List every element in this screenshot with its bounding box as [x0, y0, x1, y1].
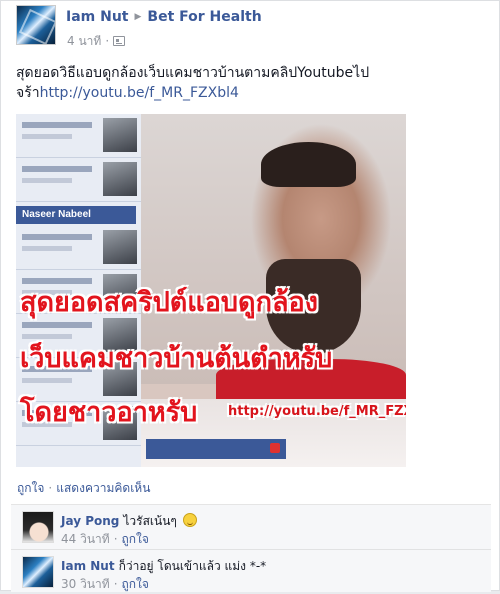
comment-item: Iam Nut ก็ว่าอยู่ โดนเข้าแล้ว แม่ง *-* 30…: [11, 549, 491, 593]
post-actions: ถูกใจ · แสดงความคิดเห็น: [17, 479, 150, 498]
overlay-line-1: สุดยอดสคริปต์แอบดูกล้อง: [20, 287, 318, 318]
comment-author-link[interactable]: Iam Nut: [61, 559, 115, 573]
post-header: Iam Nut ▶ Bet For Health 4 นาที ·: [16, 5, 486, 48]
overlay-url: http://youtu.be/f_MR_FZXbI4: [228, 404, 406, 419]
post-timestamp[interactable]: 4 นาที: [67, 34, 101, 48]
post-message: สุดยอดวิธีแอบดูกล้องเว็บแคมชาวบ้านตามคลิ…: [16, 63, 491, 103]
post-meta: 4 นาที ·: [67, 32, 126, 51]
overlay-line-3: โดยชาวอาหรับ: [20, 397, 198, 428]
meta-separator: ·: [105, 34, 110, 48]
commenter-avatar[interactable]: [22, 556, 54, 588]
meta-separator: ·: [113, 532, 118, 546]
comment-text: ก็ว่าอยู่ โดนเข้าแล้ว แม่ง *-*: [118, 559, 267, 573]
comment-author-link[interactable]: Jay Pong: [61, 514, 119, 528]
post-photo[interactable]: Naseer Nabeel สุดยอดสคริปต์แอบดูกล้อง เว…: [16, 114, 406, 467]
comments-section: Jay Pong ไวรัสเน้นๆ 44 วินาที · ถูกใจ Iam N…: [11, 504, 491, 592]
comment-button[interactable]: แสดงความคิดเห็น: [56, 481, 150, 495]
action-separator: ·: [48, 481, 53, 495]
photo-overlay-text: สุดยอดสคริปต์แอบดูกล้อง เว็บแคมชาวบ้านต้…: [16, 114, 406, 467]
post-message-link[interactable]: http://youtu.be/f_MR_FZXbl4: [40, 85, 239, 101]
comment-timestamp[interactable]: 30 วินาที: [61, 577, 110, 591]
author-avatar[interactable]: [16, 5, 56, 45]
meta-separator: ·: [113, 577, 118, 591]
comment-like-button[interactable]: ถูกใจ: [122, 577, 149, 591]
arrow-right-icon: ▶: [134, 12, 142, 22]
comment-text: ไวรัสเน้นๆ: [123, 514, 177, 528]
comment-item: Jay Pong ไวรัสเน้นๆ 44 วินาที · ถูกใจ: [11, 505, 491, 549]
post-author-line: Iam Nut ▶ Bet For Health: [66, 9, 262, 25]
smile-emoji-icon: [182, 513, 197, 527]
comment-timestamp[interactable]: 44 วินาที: [61, 532, 110, 546]
overlay-line-2: เว็บแคมชาวบ้านต้นตำหรับ: [20, 343, 333, 374]
comment-like-button[interactable]: ถูกใจ: [122, 532, 149, 546]
comment-body: Jay Pong ไวรัสเน้นๆ: [61, 512, 481, 531]
like-button[interactable]: ถูกใจ: [17, 481, 44, 495]
comment-body: Iam Nut ก็ว่าอยู่ โดนเข้าแล้ว แม่ง *-*: [61, 557, 481, 576]
comment-meta: 44 วินาที · ถูกใจ: [61, 530, 149, 549]
feed-post: Iam Nut ▶ Bet For Health 4 นาที · สุดยอดวิธ…: [0, 0, 500, 592]
privacy-icon[interactable]: [113, 36, 126, 46]
author-name-link[interactable]: Iam Nut: [66, 9, 129, 25]
commenter-avatar[interactable]: [22, 511, 54, 543]
comment-meta: 30 วินาที · ถูกใจ: [61, 575, 149, 594]
target-group-link[interactable]: Bet For Health: [147, 9, 261, 25]
